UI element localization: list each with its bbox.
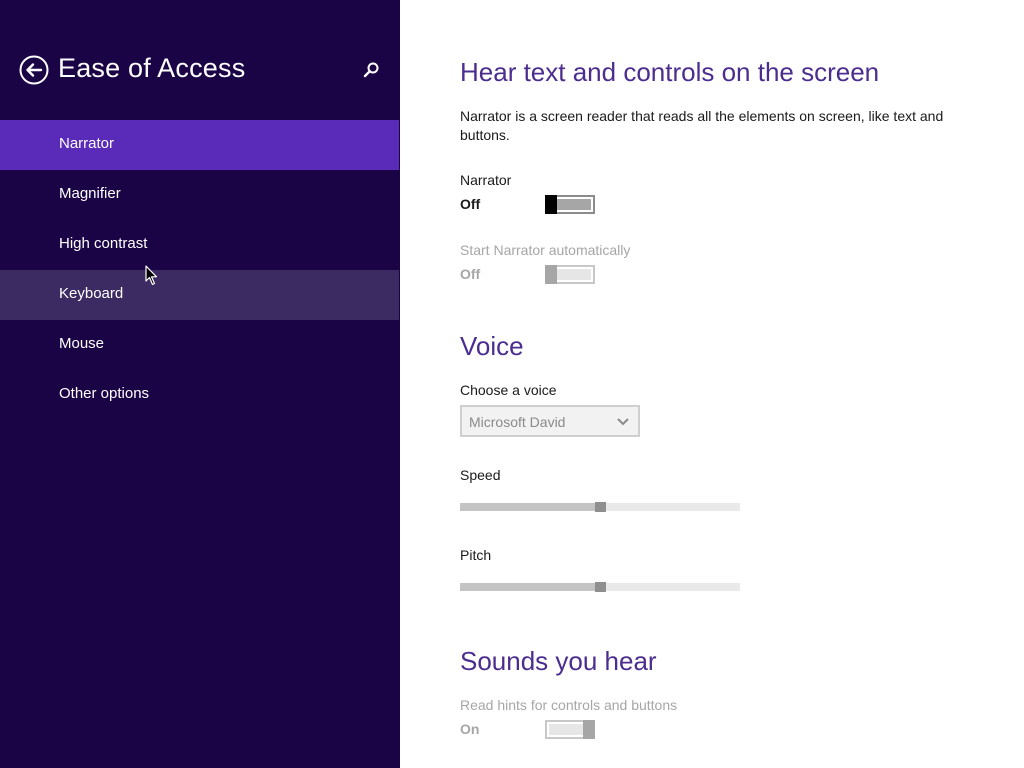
sidebar-item-label: Narrator (59, 135, 115, 152)
mouse-pointer-icon (145, 265, 158, 286)
start-narrator-toggle[interactable] (545, 265, 595, 284)
pitch-slider[interactable] (460, 582, 740, 592)
sidebar-item-keyboard[interactable]: Keyboard (0, 270, 399, 320)
section-heading-voice: Voice (460, 331, 524, 361)
page-title: Ease of Access (58, 53, 246, 83)
read-hints-label: Read hints for controls and buttons (460, 697, 678, 713)
section-heading-sounds: Sounds you hear (460, 646, 657, 676)
settings-content: Hear text and controls on the screen Nar… (400, 0, 1024, 768)
read-hints-state: On (460, 721, 480, 737)
search-icon (363, 62, 379, 78)
sidebar-item-high-contrast[interactable]: High contrast (0, 220, 399, 270)
chevron-down-icon (617, 418, 629, 426)
section-heading-hear: Hear text and controls on the screen (460, 57, 880, 87)
speed-slider[interactable] (460, 502, 740, 512)
slider-thumb[interactable] (595, 502, 606, 512)
search-button[interactable] (358, 57, 384, 83)
choose-voice-label: Choose a voice (460, 382, 557, 398)
toggle-thumb (583, 720, 595, 739)
sidebar-item-label: Other options (59, 385, 150, 402)
sidebar: Ease of Access Narrator Magnifier High c… (0, 0, 400, 768)
speed-label: Speed (460, 467, 501, 483)
sidebar-item-label: Mouse (59, 335, 105, 352)
read-hints-toggle[interactable] (545, 720, 595, 739)
narrator-label: Narrator (460, 172, 512, 188)
start-narrator-label: Start Narrator automatically (460, 242, 631, 258)
sidebar-item-label: Keyboard (59, 285, 124, 302)
sidebar-item-label: High contrast (59, 235, 148, 252)
sidebar-item-magnifier[interactable]: Magnifier (0, 170, 399, 220)
sidebar-item-narrator[interactable]: Narrator (0, 120, 399, 170)
sidebar-item-label: Magnifier (59, 185, 121, 202)
narrator-description: Narrator is a screen reader that reads a… (460, 108, 944, 143)
voice-select[interactable]: Microsoft David (460, 405, 640, 437)
narrator-toggle[interactable] (545, 195, 595, 214)
back-button[interactable] (19, 55, 49, 85)
toggle-thumb (545, 195, 557, 214)
back-arrow-circle-icon (19, 55, 49, 85)
sidebar-item-mouse[interactable]: Mouse (0, 320, 399, 370)
narrator-state: Off (460, 196, 481, 212)
toggle-thumb (545, 265, 557, 284)
start-narrator-state: Off (460, 266, 481, 282)
pitch-label: Pitch (460, 547, 492, 563)
slider-thumb[interactable] (595, 582, 606, 592)
sidebar-item-other-options[interactable]: Other options (0, 370, 399, 420)
voice-select-value: Microsoft David (469, 414, 566, 430)
